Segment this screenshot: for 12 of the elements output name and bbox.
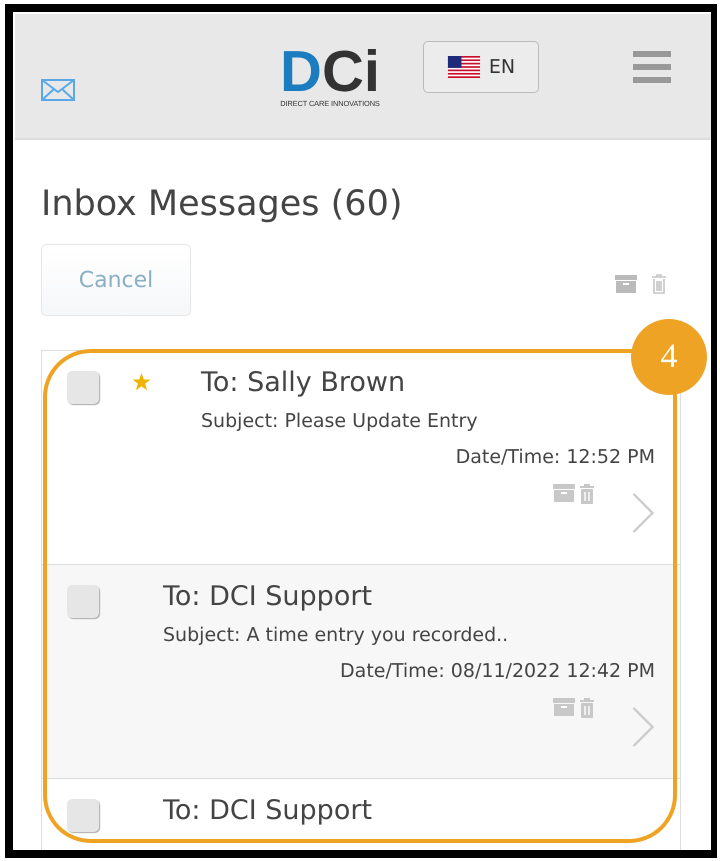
logo-letter: D bbox=[280, 44, 322, 98]
message-subject: Subject: A time entry you recorded.. bbox=[163, 624, 510, 646]
message-recipient: To: Sally Brown bbox=[201, 367, 406, 398]
page-title: Inbox Messages (60) bbox=[41, 184, 404, 224]
message-subject: Subject: Please Update Entry bbox=[201, 410, 479, 432]
message-recipient: To: DCI Support bbox=[163, 795, 374, 826]
message-recipient: To: DCI Support bbox=[163, 581, 374, 612]
message-datetime: Date/Time: 12:52 PM bbox=[454, 446, 655, 468]
logo-letter: C bbox=[322, 44, 364, 98]
step-number-tooltip: 4 bbox=[631, 319, 707, 395]
logo-letter: i bbox=[364, 44, 380, 98]
message-datetime: Date/Time: 08/11/2022 12:42 PM bbox=[339, 660, 655, 682]
